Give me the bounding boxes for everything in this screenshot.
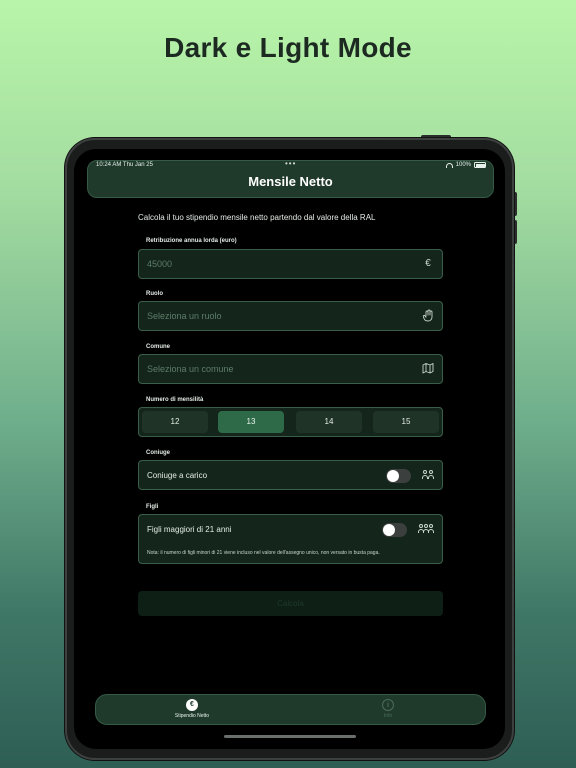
figli-note: Nota: il numero di figli minori di 21 vi…	[147, 550, 380, 556]
figli-row: Figli maggiori di 21 anni Nota: il numer…	[138, 514, 443, 564]
tab-stipendio-netto[interactable]: € Stipendio Netto	[152, 699, 232, 719]
ruolo-label: Ruolo	[146, 291, 163, 297]
comune-label: Comune	[146, 344, 170, 350]
mensilita-option-15[interactable]: 15	[373, 411, 439, 433]
euro-icon: €	[425, 258, 431, 269]
euro-circle-icon: €	[186, 699, 198, 711]
three-people-icon	[418, 524, 436, 534]
multitasking-dots-icon[interactable]: •••	[285, 159, 296, 168]
coniuge-toggle[interactable]	[386, 469, 411, 483]
tab-label: Info	[383, 713, 393, 719]
app-screen: 10:24 AM Thu Jan 25 ••• 100% Mensile Net…	[74, 149, 505, 749]
status-right: 100%	[445, 162, 486, 168]
two-people-icon	[422, 470, 436, 480]
comune-select[interactable]: Seleziona un comune	[138, 354, 443, 384]
coniuge-toggle-label: Coniuge a carico	[147, 471, 208, 480]
battery-icon	[474, 162, 486, 168]
mensilita-label: Numero di mensilità	[146, 397, 204, 403]
figli-toggle-label: Figli maggiori di 21 anni	[147, 525, 232, 534]
mensilita-option-13[interactable]: 13	[218, 411, 284, 433]
coniuge-label: Coniuge	[146, 450, 170, 456]
wifi-icon	[445, 162, 453, 168]
battery-percent: 100%	[455, 162, 471, 168]
figli-toggle[interactable]	[382, 523, 407, 537]
ral-label: Retribuzione annua lorda (euro)	[146, 238, 237, 244]
tab-info[interactable]: i Info	[348, 699, 428, 719]
ruolo-select[interactable]: Seleziona un ruolo	[138, 301, 443, 331]
info-circle-icon: i	[382, 699, 394, 711]
mensilita-option-14[interactable]: 14	[296, 411, 362, 433]
home-indicator[interactable]	[224, 735, 356, 738]
ruolo-placeholder: Seleziona un ruolo	[147, 311, 222, 321]
page-title: Mensile Netto	[248, 174, 333, 189]
navigation-bar: 10:24 AM Thu Jan 25 ••• 100% Mensile Net…	[87, 159, 494, 198]
tablet-frame: 10:24 AM Thu Jan 25 ••• 100% Mensile Net…	[65, 138, 514, 760]
mensilita-segmented-control: 12 13 14 15	[138, 407, 443, 437]
tab-bar: € Stipendio Netto i Info	[95, 694, 486, 725]
status-time: 10:24 AM Thu Jan 25	[96, 162, 153, 168]
coniuge-row: Coniuge a carico	[138, 460, 443, 490]
status-bar: 10:24 AM Thu Jan 25 ••• 100%	[96, 159, 486, 172]
intro-text: Calcola il tuo stipendio mensile netto p…	[138, 213, 376, 222]
ral-placeholder: 45000	[147, 259, 173, 269]
headline: Dark e Light Mode	[164, 32, 412, 63]
ral-input[interactable]: 45000 €	[138, 249, 443, 279]
tab-label: Stipendio Netto	[174, 713, 210, 719]
mensilita-option-12[interactable]: 12	[142, 411, 208, 433]
figli-label: Figli	[146, 504, 159, 510]
map-icon	[422, 362, 434, 376]
comune-placeholder: Seleziona un comune	[147, 364, 234, 374]
hand-icon	[422, 309, 434, 323]
calculate-button[interactable]: Calcola	[138, 591, 443, 616]
